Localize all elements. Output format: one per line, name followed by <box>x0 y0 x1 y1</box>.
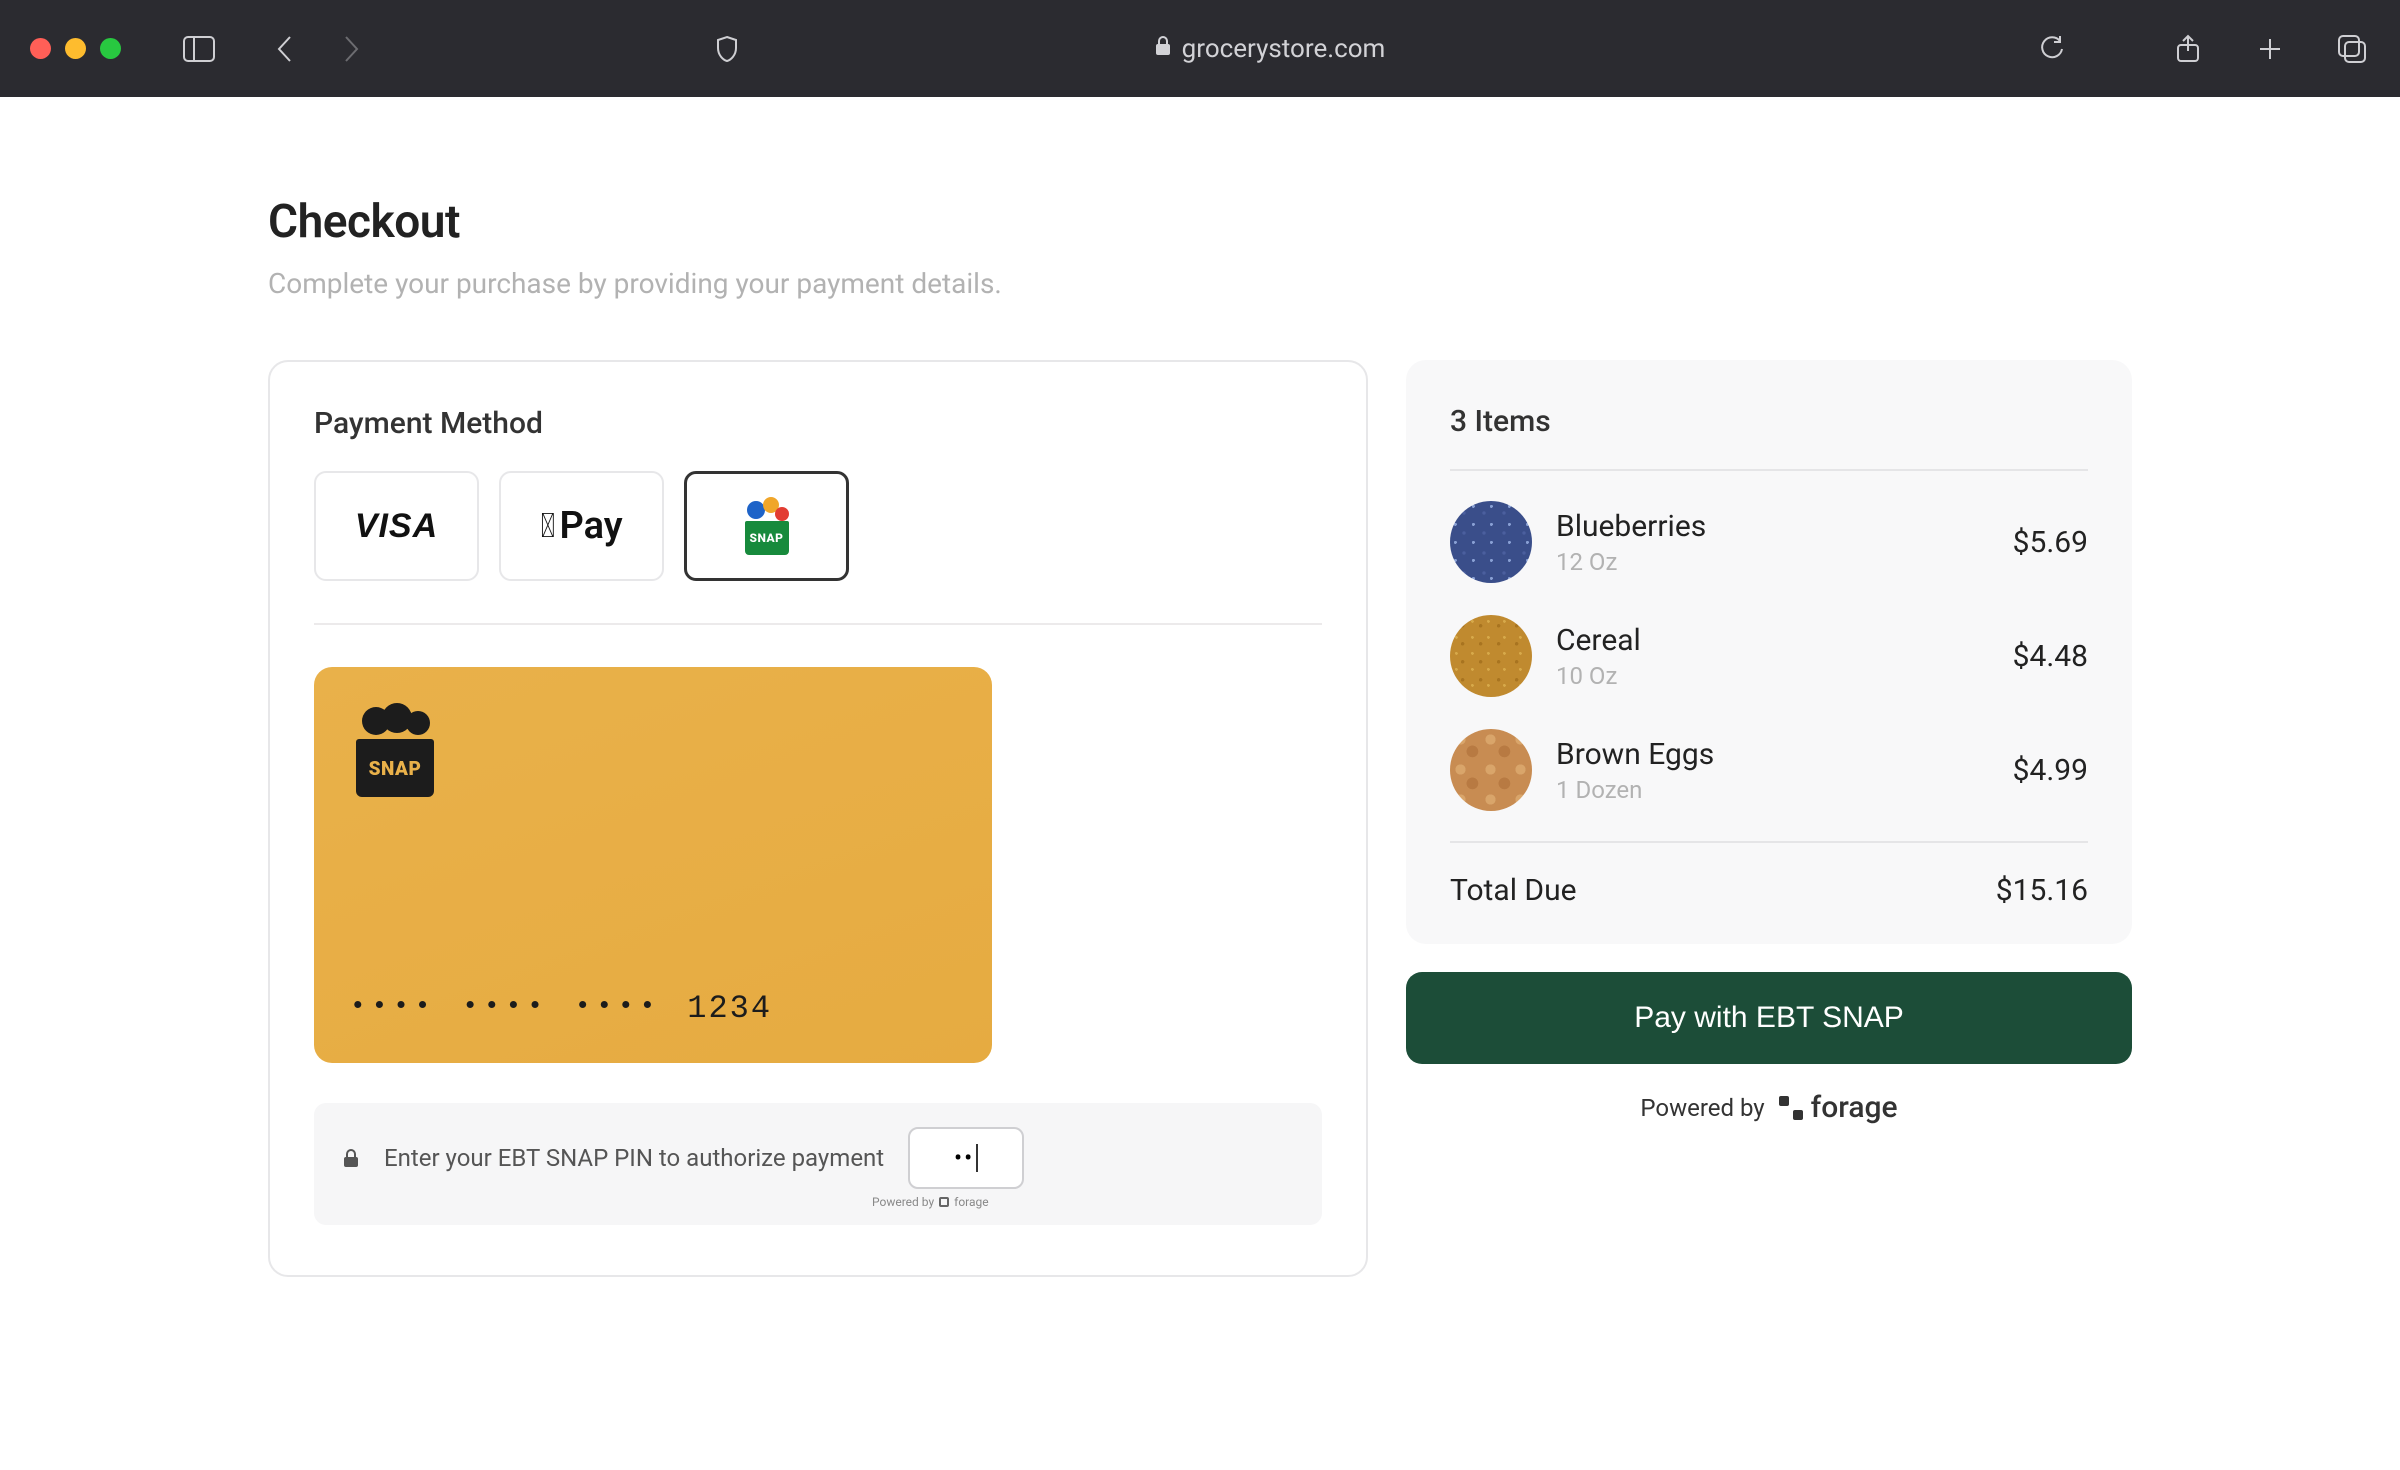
payment-panel: Payment Method VISA Pay SNAP <box>268 360 1368 1277</box>
forward-button <box>333 31 369 67</box>
order-item: Blueberries 12 Oz $5.69 <box>1450 501 2088 583</box>
privacy-shield-icon[interactable] <box>709 31 745 67</box>
payment-method-applepay[interactable]: Pay <box>499 471 664 581</box>
sidebar-toggle-icon[interactable] <box>181 31 217 67</box>
pin-powered-by: Powered by forage <box>872 1195 989 1209</box>
payment-method-snap[interactable]: SNAP <box>684 471 849 581</box>
pin-input[interactable]: •• <box>908 1127 1024 1189</box>
item-thumbnail <box>1450 501 1532 583</box>
total-value: $15.16 <box>1996 873 2088 908</box>
share-icon[interactable] <box>2170 31 2206 67</box>
lock-icon <box>342 1149 360 1167</box>
pay-button[interactable]: Pay with EBT SNAP <box>1406 972 2132 1064</box>
checkout-page: Checkout Complete your purchase by provi… <box>0 97 2400 1470</box>
item-name: Brown Eggs <box>1556 737 1989 772</box>
page-title: Checkout <box>268 195 2132 249</box>
item-subtext: 1 Dozen <box>1556 776 1989 804</box>
window-traffic-lights <box>30 38 121 59</box>
applepay-logo: Pay <box>540 504 622 548</box>
url-text: grocerystore.com <box>1182 34 1386 64</box>
order-count: 3 Items <box>1450 404 2088 471</box>
page-subtitle: Complete your purchase by providing your… <box>268 267 2132 300</box>
item-price: $4.48 <box>2013 639 2088 674</box>
back-button[interactable] <box>267 31 303 67</box>
total-label: Total Due <box>1450 873 1577 908</box>
forage-mark-icon <box>939 1197 949 1207</box>
item-subtext: 10 Oz <box>1556 662 1989 690</box>
payment-method-visa[interactable]: VISA <box>314 471 479 581</box>
order-total-row: Total Due $15.16 <box>1450 843 2088 908</box>
reload-button[interactable] <box>2034 31 2070 67</box>
card-number-masked: •••• •••• •••• 1234 <box>350 990 772 1027</box>
order-summary: 3 Items Blueberries 12 Oz $5.69 Cereal <box>1406 360 2132 944</box>
browser-titlebar: grocerystore.com <box>0 0 2400 97</box>
item-thumbnail <box>1450 729 1532 811</box>
snap-card-brand-icon: SNAP <box>348 701 444 797</box>
item-price: $5.69 <box>2013 525 2088 560</box>
item-thumbnail <box>1450 615 1532 697</box>
window-close-button[interactable] <box>30 38 51 59</box>
card-last4: 1234 <box>687 990 772 1027</box>
order-item: Cereal 10 Oz $4.48 <box>1450 615 2088 697</box>
apple-icon:  <box>540 506 555 546</box>
pin-entry-row: Enter your EBT SNAP PIN to authorize pay… <box>314 1103 1322 1225</box>
address-bar[interactable]: grocerystore.com <box>409 34 2130 64</box>
ebt-card-visual: SNAP •••• •••• •••• 1234 <box>314 667 992 1063</box>
item-name: Blueberries <box>1556 509 1989 544</box>
pin-prompt-label: Enter your EBT SNAP PIN to authorize pay… <box>384 1144 884 1172</box>
window-minimize-button[interactable] <box>65 38 86 59</box>
order-items-list: Blueberries 12 Oz $5.69 Cereal 10 Oz $4.… <box>1450 471 2088 843</box>
snap-logo-icon: SNAP <box>737 497 797 555</box>
visa-logo: VISA <box>355 507 438 546</box>
item-name: Cereal <box>1556 623 1989 658</box>
item-subtext: 12 Oz <box>1556 548 1989 576</box>
tab-overview-icon[interactable] <box>2334 31 2370 67</box>
item-price: $4.99 <box>2013 753 2088 788</box>
window-zoom-button[interactable] <box>100 38 121 59</box>
payment-method-selector: VISA Pay SNAP <box>314 471 1322 625</box>
order-column: 3 Items Blueberries 12 Oz $5.69 Cereal <box>1406 360 2132 1125</box>
powered-by-footer: Powered by forage <box>1406 1090 2132 1125</box>
new-tab-icon[interactable] <box>2252 31 2288 67</box>
order-item: Brown Eggs 1 Dozen $4.99 <box>1450 729 2088 811</box>
forage-mark-icon <box>1779 1096 1803 1120</box>
forage-logo: forage <box>1779 1090 1898 1125</box>
lock-icon <box>1154 34 1172 64</box>
payment-section-title: Payment Method <box>314 406 1322 441</box>
